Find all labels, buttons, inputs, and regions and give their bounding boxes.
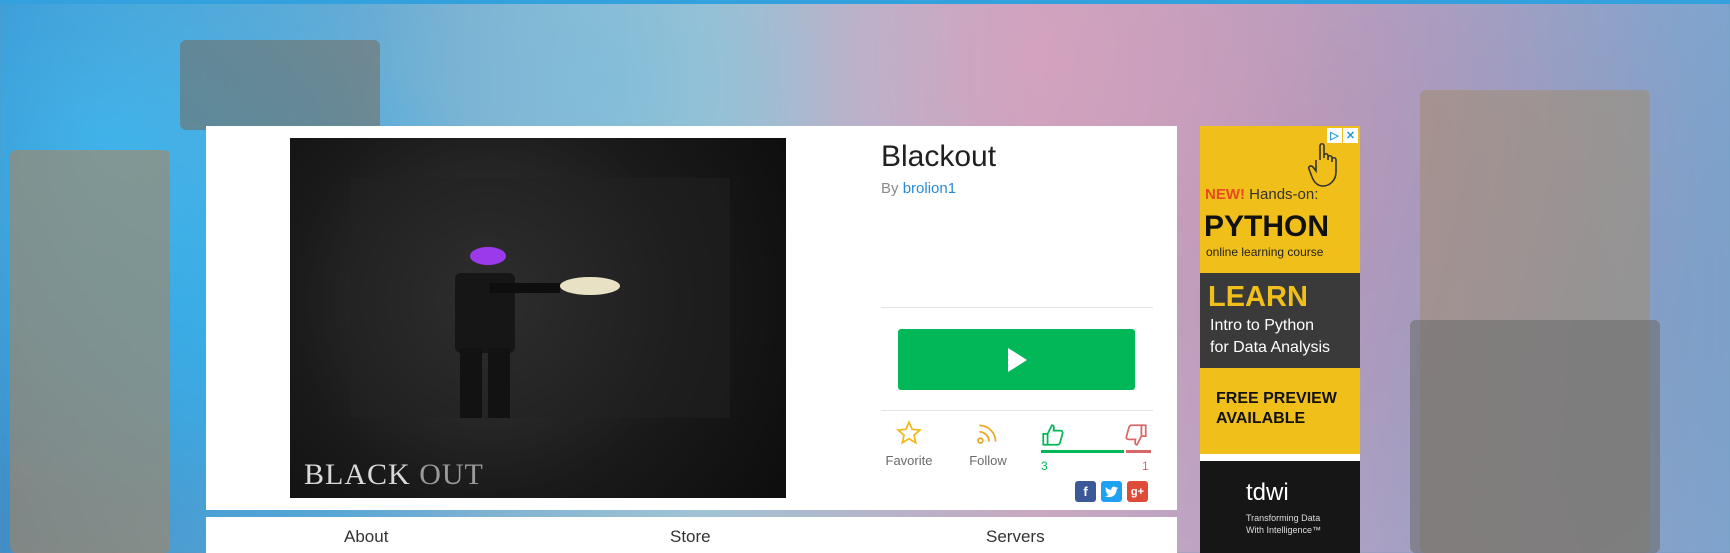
ad-brand-tag-2: With Intelligence™	[1246, 525, 1322, 535]
ad-hands-on: Hands-on:	[1249, 186, 1319, 203]
google-plus-share-button[interactable]: g+	[1127, 481, 1148, 502]
favorite-label: Favorite	[885, 453, 933, 468]
facebook-share-button[interactable]: f	[1075, 481, 1096, 502]
game-title: Blackout	[881, 140, 997, 173]
upvote-button[interactable]	[1040, 422, 1066, 453]
by-label: By	[881, 180, 899, 197]
hand-pointer-icon	[1308, 142, 1337, 187]
divider	[881, 410, 1153, 411]
ad-divider	[1200, 454, 1360, 461]
background-trashcan	[1410, 320, 1660, 553]
follow-button[interactable]: Follow	[963, 420, 1013, 468]
ad-banner[interactable]: ▷ ✕ NEW! Hands-on: PYTHON online learnin…	[1200, 126, 1360, 553]
twitter-share-button[interactable]	[1101, 481, 1122, 502]
ad-learn-panel: LEARN Intro to Python for Data Analysis	[1200, 273, 1360, 368]
play-icon	[1007, 347, 1027, 372]
background-character-top	[180, 40, 380, 130]
ad-new-label: NEW!	[1205, 186, 1245, 203]
thumbs-up-icon	[1042, 424, 1064, 446]
twitter-icon	[1105, 486, 1118, 497]
ad-preview-1: FREE PREVIEW	[1216, 390, 1337, 407]
background-character-left	[10, 150, 170, 553]
creator-line: By brolion1	[881, 180, 956, 197]
ad-headline: NEW! Hands-on:	[1205, 186, 1318, 203]
game-thumbnail[interactable]: BLACK OUT	[290, 138, 786, 498]
ad-intro-1: Intro to Python	[1210, 317, 1315, 334]
tab-bar: About Store Servers	[206, 517, 1177, 553]
thumbnail-title: BLACK OUT	[304, 458, 484, 492]
ad-course: online learning course	[1206, 245, 1324, 259]
ad-brand-tag-1: Transforming Data	[1246, 513, 1321, 523]
vote-ratio-up	[1041, 450, 1124, 453]
ad-intro-2: for Data Analysis	[1210, 339, 1331, 356]
follow-label: Follow	[969, 453, 1007, 468]
thumbs-down-icon	[1125, 424, 1147, 446]
creator-link[interactable]: brolion1	[903, 180, 956, 197]
ad-python: PYTHON	[1204, 210, 1330, 243]
downvote-count: 1	[1142, 459, 1149, 473]
tab-store[interactable]: Store	[670, 527, 711, 547]
ad-preview-2: AVAILABLE	[1216, 410, 1306, 427]
upvote-count: 3	[1041, 459, 1048, 473]
thumbnail-scene	[350, 178, 730, 418]
google-plus-icon: g+	[1130, 485, 1145, 498]
star-icon	[896, 420, 922, 445]
play-button[interactable]	[898, 329, 1135, 390]
facebook-icon: f	[1083, 484, 1088, 499]
downvote-button[interactable]	[1123, 422, 1149, 453]
thumbnail-title-black: BLACK	[304, 458, 411, 491]
ad-brand: tdwi	[1246, 479, 1289, 506]
vote-ratio-bar	[1041, 450, 1151, 453]
rss-icon	[977, 424, 997, 444]
tab-about[interactable]: About	[344, 527, 388, 547]
top-accent-line	[0, 0, 1730, 4]
ad-learn: LEARN	[1208, 281, 1308, 313]
ad-brand-panel: tdwi Transforming Data With Intelligence…	[1200, 461, 1360, 553]
favorite-button[interactable]: Favorite	[881, 420, 937, 468]
thumbnail-title-out: OUT	[419, 458, 484, 491]
tab-servers[interactable]: Servers	[986, 527, 1045, 547]
vote-ratio-down	[1125, 450, 1151, 453]
divider	[881, 307, 1153, 308]
